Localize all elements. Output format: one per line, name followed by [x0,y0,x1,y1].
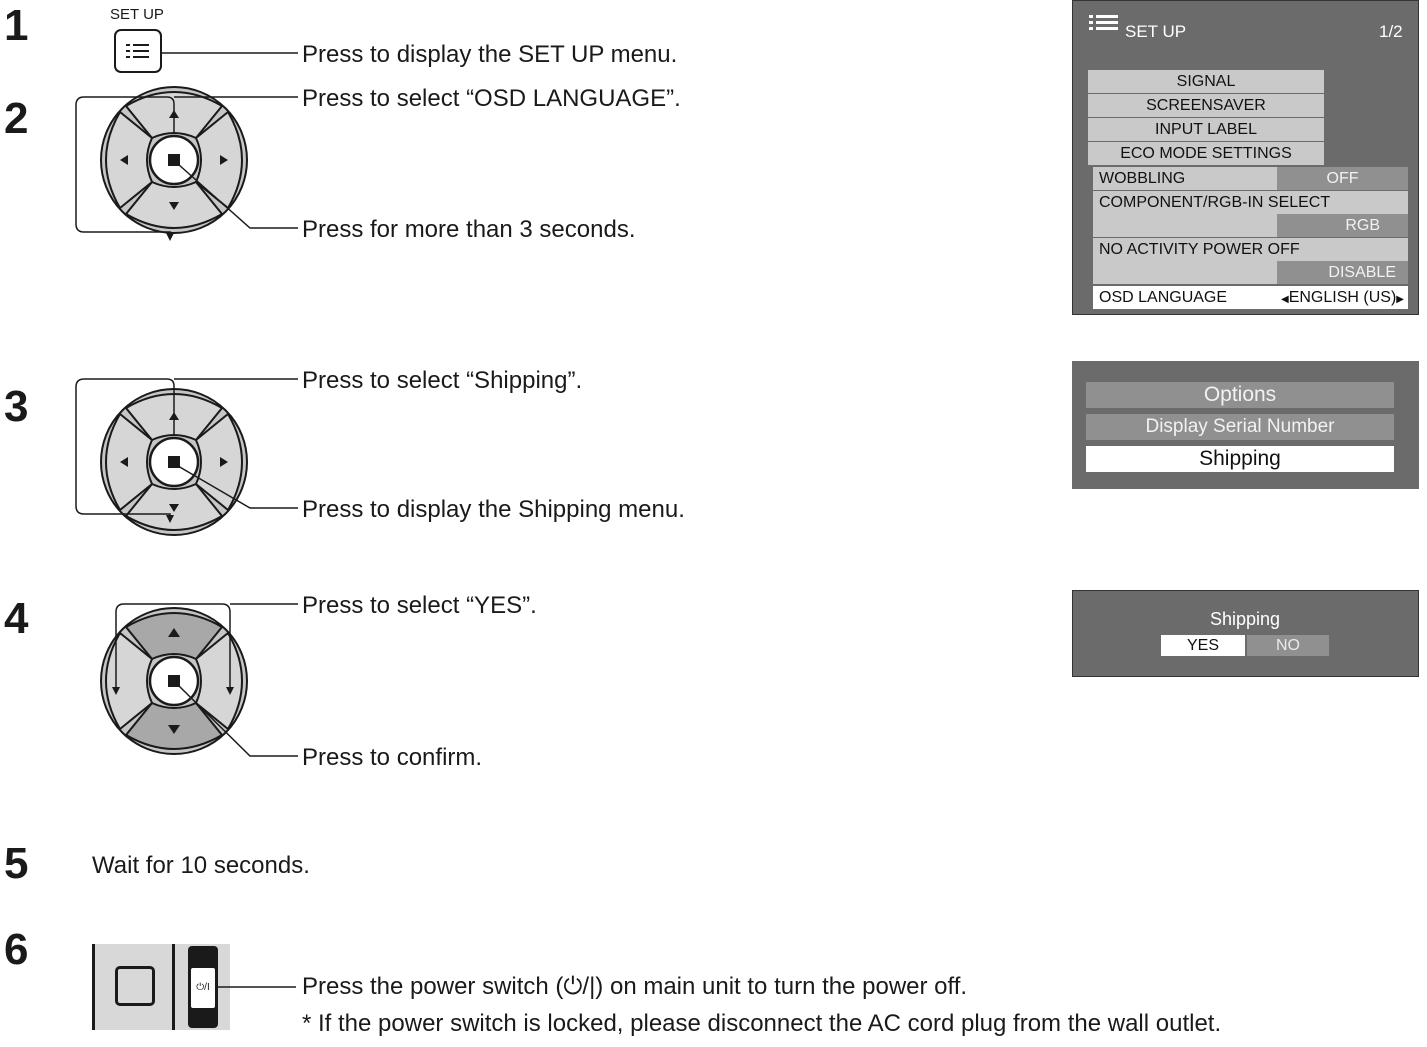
no-button[interactable]: NO [1247,635,1329,656]
osd-language-selector[interactable]: ◀ENGLISH (US)▶ [1277,286,1408,309]
shipping-dialog-title: Shipping [1209,609,1281,629]
yes-button[interactable]: YES [1161,635,1245,656]
component-rgb-label: COMPONENT/RGB-IN SELECT [1093,191,1408,214]
menu-item-display-serial[interactable]: Display Serial Number [1086,414,1394,440]
osd-language-label: OSD LANGUAGE [1093,286,1277,309]
no-activity-label: NO ACTIVITY POWER OFF [1093,238,1408,261]
wobbling-label: WOBBLING [1093,167,1277,190]
options-menu: Options Display Serial Number Shipping [1072,361,1419,489]
wobbling-value[interactable]: OFF [1277,167,1408,190]
menu-item-shipping[interactable]: Shipping [1086,446,1394,472]
step6-instruction: Press the power switch (⏻/|) on main uni… [302,973,968,1000]
step6-note: * If the power switch is locked, please … [302,1010,1222,1037]
setup-menu: SET UP 1/2 SIGNAL SCREENSAVER INPUT LABE… [1072,0,1419,315]
component-rgb-value[interactable]: RGB [1277,214,1408,237]
arrow-left-icon[interactable]: ◀ [1281,294,1289,305]
setup-menu-title: SET UP [1125,22,1187,41]
options-menu-title: Options [1086,382,1394,408]
component-rgb-spacer [1093,214,1277,237]
shipping-dialog: Shipping YES NO [1072,590,1419,677]
osd-language-value: ENGLISH (US) [1288,289,1397,306]
menu-item-signal[interactable]: SIGNAL [1088,70,1324,93]
menu-item-screensaver[interactable]: SCREENSAVER [1088,94,1324,117]
setup-menu-page: 1/2 [1379,22,1403,41]
menu-item-input-label[interactable]: INPUT LABEL [1088,118,1324,141]
no-activity-spacer [1093,261,1277,284]
no-activity-value[interactable]: DISABLE [1277,261,1408,284]
menu-item-eco-mode[interactable]: ECO MODE SETTINGS [1088,142,1324,165]
arrow-right-icon[interactable]: ▶ [1396,294,1404,305]
menu-list-icon [1089,15,1118,30]
setup-menu-header: SET UP 1/2 [1073,1,1417,45]
